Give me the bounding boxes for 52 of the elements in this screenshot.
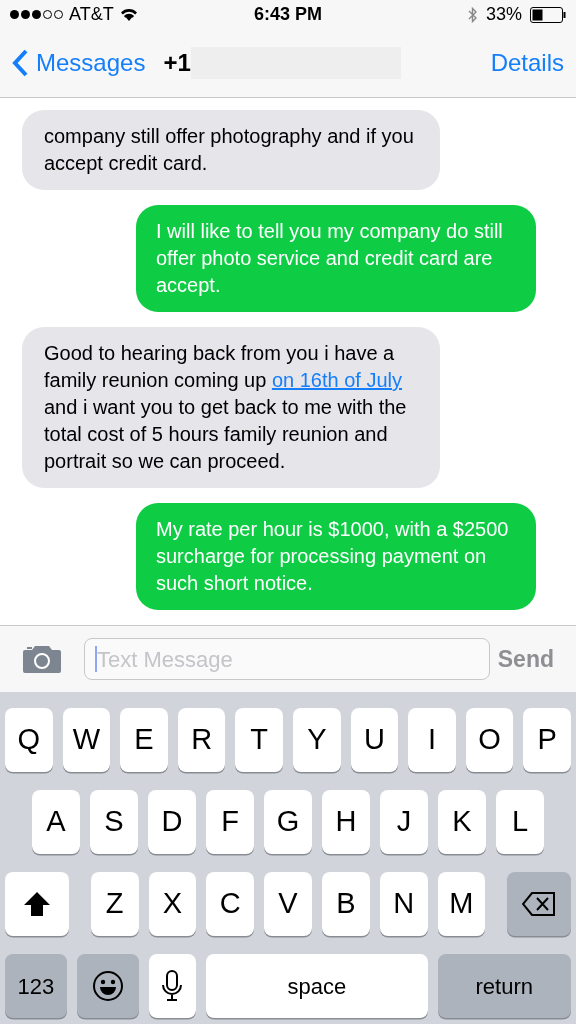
battery-icon: [530, 6, 566, 23]
microphone-icon: [162, 970, 183, 1002]
letter-key[interactable]: D: [148, 790, 196, 854]
letter-key[interactable]: A: [32, 790, 80, 854]
letter-key[interactable]: J: [380, 790, 428, 854]
delete-icon: [522, 892, 557, 916]
letter-key[interactable]: R: [177, 708, 226, 772]
letter-key[interactable]: I: [408, 708, 456, 772]
sent-message-bubble: My rate per hour is $1000, with a $2500 surcharge for processing payment on such short notice.: [136, 503, 536, 610]
received-message-bubble: Good to hearing back from you i have a family reunion coming up on 16th of July and i want you to get back to me with the total cost of 5 hours family reunion and portrait so we can proceed.: [22, 327, 440, 488]
shift-icon: [22, 890, 51, 918]
numbers-key[interactable]: 123: [5, 954, 67, 1018]
letter-key[interactable]: O: [465, 708, 514, 772]
return-key[interactable]: return: [437, 954, 571, 1018]
letter-key[interactable]: Z: [90, 872, 139, 936]
delete-key[interactable]: [507, 872, 571, 936]
letter-key[interactable]: U: [350, 708, 399, 772]
camera-icon[interactable]: [22, 644, 62, 674]
letter-key[interactable]: S: [90, 790, 138, 854]
letter-key[interactable]: W: [62, 708, 111, 772]
space-key[interactable]: space: [206, 954, 428, 1018]
letter-key[interactable]: N: [379, 872, 428, 936]
letter-key[interactable]: L: [496, 790, 544, 854]
back-button[interactable]: Messages: [12, 45, 146, 82]
letter-key[interactable]: F: [206, 790, 254, 854]
wifi-icon: [119, 7, 138, 22]
carrier-name: AT&T: [69, 3, 114, 27]
emoji-key[interactable]: [76, 954, 139, 1018]
battery-percent: 33%: [485, 3, 522, 27]
letter-key[interactable]: T: [235, 708, 283, 772]
letter-key[interactable]: X: [148, 872, 197, 936]
contact-title: +1: [163, 48, 191, 79]
letter-key[interactable]: V: [264, 872, 312, 936]
letter-key[interactable]: K: [438, 790, 486, 854]
letter-key[interactable]: P: [523, 708, 571, 772]
emoji-icon: [91, 970, 124, 1002]
bluetooth-icon: [467, 5, 478, 24]
sent-message-bubble: I will like to tell you my company do still offer photo service and credit card are accept.: [136, 205, 536, 312]
letter-key[interactable]: B: [321, 872, 370, 936]
letter-key[interactable]: E: [120, 708, 168, 772]
dictation-key[interactable]: [148, 954, 197, 1018]
letter-key[interactable]: C: [206, 872, 255, 936]
shift-key[interactable]: [5, 872, 69, 936]
details-button[interactable]: Details: [490, 45, 564, 82]
letter-key[interactable]: Q: [5, 708, 53, 772]
received-message-bubble: company still offer photography and if you accept credit card.: [22, 110, 440, 190]
letter-key[interactable]: H: [322, 790, 370, 854]
chevron-left-icon: [12, 49, 28, 78]
letter-key[interactable]: G: [264, 790, 312, 854]
clock-time: 6:43 PM: [254, 3, 322, 27]
letter-key[interactable]: M: [437, 872, 486, 936]
letter-key[interactable]: Y: [293, 708, 341, 772]
